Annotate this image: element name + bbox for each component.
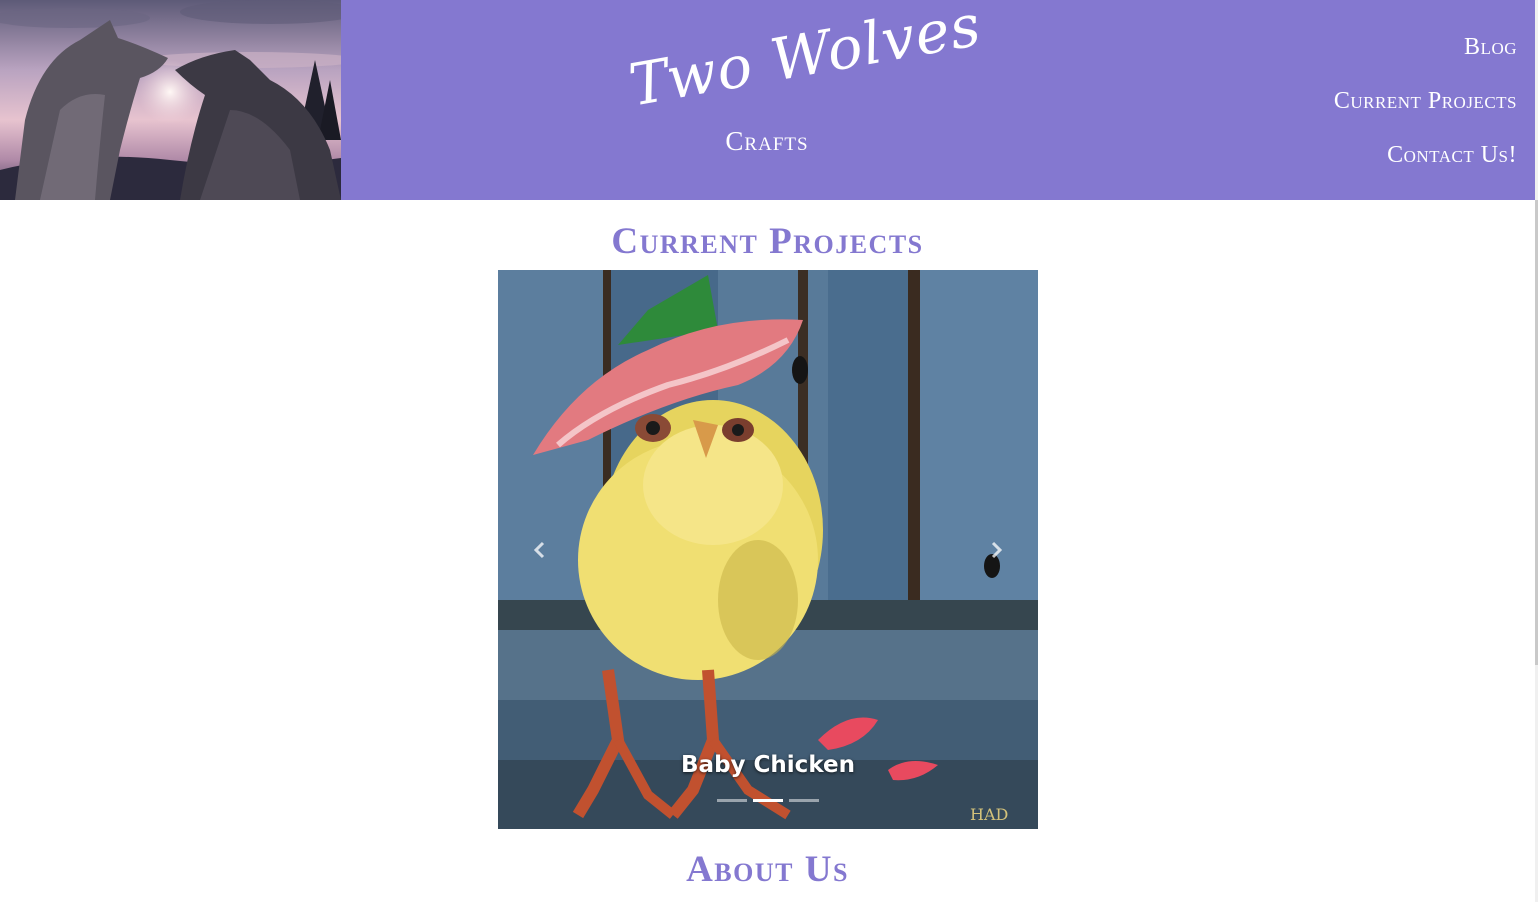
wolves-header-image [0,0,341,200]
site-header: Two Wolves Crafts Blog Current Projects … [0,0,1535,200]
projects-carousel[interactable]: HAD Baby Chicken [498,270,1038,829]
carousel-caption: Baby Chicken [681,752,855,778]
logo-subtitle: Crafts [725,126,809,156]
main-nav: Blog Current Projects Contact Us! [1334,20,1517,182]
carousel-indicators [498,799,1038,802]
chevron-right-icon [991,541,1003,559]
page: Two Wolves Crafts Blog Current Projects … [0,0,1538,902]
current-projects-heading: Current Projects [611,221,924,262]
svg-text:HAD: HAD [970,805,1008,824]
nav-link-current-projects[interactable]: Current Projects [1334,74,1517,128]
about-us-heading: About Us [686,849,849,890]
site-logo[interactable]: Two Wolves Crafts [610,0,986,160]
carousel-prev-button[interactable] [520,530,560,570]
nav-link-contact[interactable]: Contact Us! [1387,128,1517,182]
carousel-next-button[interactable] [976,530,1016,570]
logo-script-text: Two Wolves [624,0,987,120]
carousel-indicator-3[interactable] [789,799,819,802]
carousel-indicator-2[interactable] [753,799,783,802]
carousel-indicator-1[interactable] [717,799,747,802]
baby-chicken-painting: HAD [498,270,1038,829]
chevron-left-icon [533,541,545,559]
nav-link-blog[interactable]: Blog [1464,20,1517,74]
